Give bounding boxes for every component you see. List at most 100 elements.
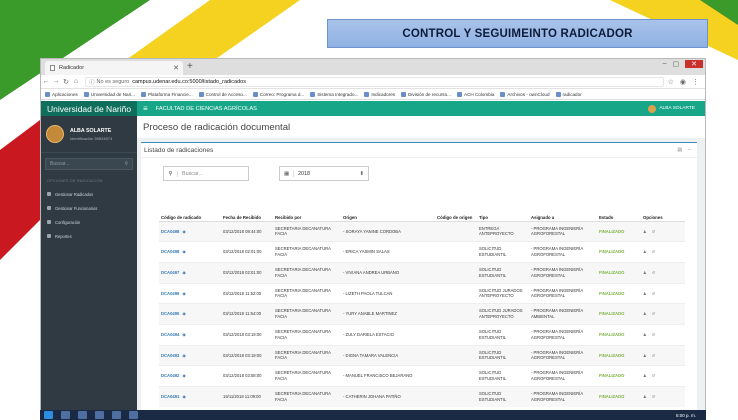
cell-code[interactable]: DCA0491 ◉ [159, 386, 221, 408]
table-row[interactable]: DCA0498 ◉ 03/12/2018 02:01:00 SECRETARIA DE… [159, 241, 685, 263]
url-input[interactable]: ⓘ No es seguro campus.udenar.edu.co:5000… [85, 76, 664, 87]
history-icon[interactable]: ↺ [652, 353, 656, 359]
cell-code[interactable]: DCA0497 ◉ [159, 261, 221, 284]
bookmark-item[interactable]: Universidad de Nari... [83, 91, 135, 97]
history-icon[interactable]: ↺ [652, 311, 656, 317]
sidebar-search-input[interactable]: Buscar... ⚲ [45, 158, 133, 170]
table-row[interactable]: DCA0497 ◉ 03/12/2018 02:01:00 SECRETARIA DE… [159, 261, 685, 284]
export-icon[interactable]: ▤ [677, 147, 682, 153]
cell-code[interactable]: DCA0494 ◉ [159, 323, 221, 346]
col-header[interactable]: Tipo [477, 203, 529, 222]
year-select[interactable]: ▦ 2018 ⬍ [279, 166, 369, 181]
taskbar-app-icon[interactable] [95, 411, 104, 419]
history-icon[interactable]: ↺ [652, 394, 656, 400]
bookmark-item[interactable]: Aplicaciones [45, 91, 78, 97]
radicado-code-link[interactable]: DCA0492 [161, 373, 179, 378]
table-row[interactable]: DCA0494 ◉ 03/12/2018 03:19:00 SECRETARIA DE… [159, 323, 685, 346]
radicado-code-link[interactable]: DCA0498 [161, 229, 179, 234]
assign-user-icon[interactable]: ♟ [643, 394, 647, 400]
assign-user-icon[interactable]: ♟ [643, 270, 647, 276]
bookmark-item[interactable]: Archivos - ownCloud [500, 91, 550, 97]
radicado-code-link[interactable]: DCA0497 [161, 270, 179, 275]
col-header[interactable]: Recibido por [273, 203, 341, 222]
assign-user-icon[interactable]: ♟ [643, 311, 647, 317]
eye-icon[interactable]: ◉ [182, 229, 186, 234]
bookmark-item[interactable]: ACH Colombia [457, 91, 494, 97]
table-row[interactable]: DCA0492 ◉ 03/12/2018 03:58:00 SECRETARIA DE… [159, 365, 685, 387]
home-icon[interactable]: ⌂ [71, 78, 81, 85]
history-icon[interactable]: ↺ [652, 373, 656, 379]
radicado-code-link[interactable]: DCA0493 [161, 353, 179, 358]
radicado-code-link[interactable]: DCA0496 [161, 291, 179, 296]
bookmark-item[interactable]: Sistema Integrado... [310, 91, 358, 97]
table-row[interactable]: DCA0498 ◉ 03/12/2018 08:44:00 SECRETARIA DE… [159, 220, 685, 242]
col-header[interactable]: Asignado a [529, 203, 597, 222]
radicado-code-link[interactable]: DCA0498 [161, 249, 179, 254]
bookmark-item[interactable]: Indicadores [364, 91, 395, 97]
table-row[interactable]: DCA0495 ◉ 03/12/2018 11:54:00 SECRETARIA DE… [159, 303, 685, 325]
assign-user-icon[interactable]: ♟ [643, 291, 647, 297]
taskbar-app-icon[interactable] [129, 411, 138, 419]
start-button-icon[interactable] [44, 411, 53, 419]
user-menu[interactable]: ALBA SOLARTE [648, 104, 695, 113]
taskbar-app-icon[interactable] [61, 411, 70, 419]
history-icon[interactable]: ↺ [652, 332, 656, 338]
radicado-code-link[interactable]: DCA0494 [161, 332, 179, 337]
col-header[interactable]: Fecha de Recibido [221, 203, 273, 222]
forward-arrow-icon[interactable]: → [51, 78, 61, 85]
back-arrow-icon[interactable]: ← [41, 78, 51, 85]
eye-icon[interactable]: ◉ [182, 394, 186, 399]
menu-dots-icon[interactable]: ⋮ [692, 78, 699, 86]
eye-icon[interactable]: ◉ [182, 311, 186, 316]
eye-icon[interactable]: ◉ [182, 249, 186, 254]
radicado-code-link[interactable]: DCA0491 [161, 394, 179, 399]
taskbar-app-icon[interactable] [112, 411, 121, 419]
account-icon[interactable]: ◉ [680, 78, 686, 86]
col-header[interactable]: Estado [597, 203, 641, 222]
bookmark-item[interactable]: Plataforma Financie... [140, 91, 193, 97]
history-icon[interactable]: ↺ [652, 229, 656, 235]
table-row[interactable]: DCA0491 ◉ 19/11/2018 11:09:00 SECRETARIA DE… [159, 386, 685, 408]
search-icon[interactable]: ⚲ [124, 161, 128, 167]
taskbar-app-icon[interactable] [78, 411, 87, 419]
browser-tab[interactable]: Radicador ✕ [45, 61, 183, 75]
close-window-button[interactable]: ✕ [685, 60, 703, 68]
sidebar-item-gestionar-funcionarios[interactable]: Gestionar Funcionarios [41, 201, 137, 215]
cell-code[interactable]: DCA0495 ◉ [159, 303, 221, 325]
history-icon[interactable]: ↺ [652, 270, 656, 276]
bookmark-item[interactable]: Control de Acceso... [198, 91, 247, 97]
history-icon[interactable]: ↺ [652, 291, 656, 297]
hamburger-menu-icon[interactable]: ≡ [143, 104, 148, 113]
radicado-code-link[interactable]: DCA0495 [161, 311, 179, 316]
assign-user-icon[interactable]: ♟ [643, 249, 647, 255]
reload-icon[interactable]: ↻ [61, 78, 71, 86]
sidebar-item-gestionar-radicados[interactable]: Gestionar Radicados [41, 187, 137, 201]
star-icon[interactable]: ☆ [668, 78, 674, 86]
bookmark-item[interactable]: radicador [555, 91, 582, 97]
maximize-button[interactable]: ▢ [673, 60, 680, 68]
cell-code[interactable]: DCA0493 ◉ [159, 344, 221, 366]
tab-close-icon[interactable]: ✕ [173, 64, 179, 72]
table-row[interactable]: DCA0496 ◉ 03/12/2018 11:52:00 SECRETARIA DE… [159, 282, 685, 304]
sidebar-item-reportes[interactable]: Reportes [41, 229, 137, 243]
brand-title[interactable]: Universidad de Nariño [41, 101, 137, 116]
eye-icon[interactable]: ◉ [182, 332, 186, 337]
minimize-button[interactable]: – [663, 60, 667, 68]
assign-user-icon[interactable]: ♟ [643, 332, 647, 338]
eye-icon[interactable]: ◉ [182, 270, 186, 275]
eye-icon[interactable]: ◉ [182, 353, 186, 358]
history-icon[interactable]: ↺ [652, 249, 656, 255]
cell-code[interactable]: DCA0498 ◉ [159, 220, 221, 242]
assign-user-icon[interactable]: ♟ [643, 373, 647, 379]
col-header[interactable]: Código de origen [435, 203, 477, 222]
col-header[interactable]: Código de radicado [159, 203, 221, 222]
sidebar-item-configuracion[interactable]: Configuración [41, 215, 137, 229]
eye-icon[interactable]: ◉ [182, 291, 186, 296]
bookmark-item[interactable]: División de recurso... [401, 91, 451, 97]
col-header[interactable]: Origen [341, 203, 435, 222]
bookmark-item[interactable]: Correo: Programa d... [252, 91, 304, 97]
assign-user-icon[interactable]: ♟ [643, 353, 647, 359]
eye-icon[interactable]: ◉ [182, 373, 186, 378]
new-tab-button[interactable]: + [187, 61, 193, 72]
collapse-icon[interactable]: − [688, 147, 691, 153]
